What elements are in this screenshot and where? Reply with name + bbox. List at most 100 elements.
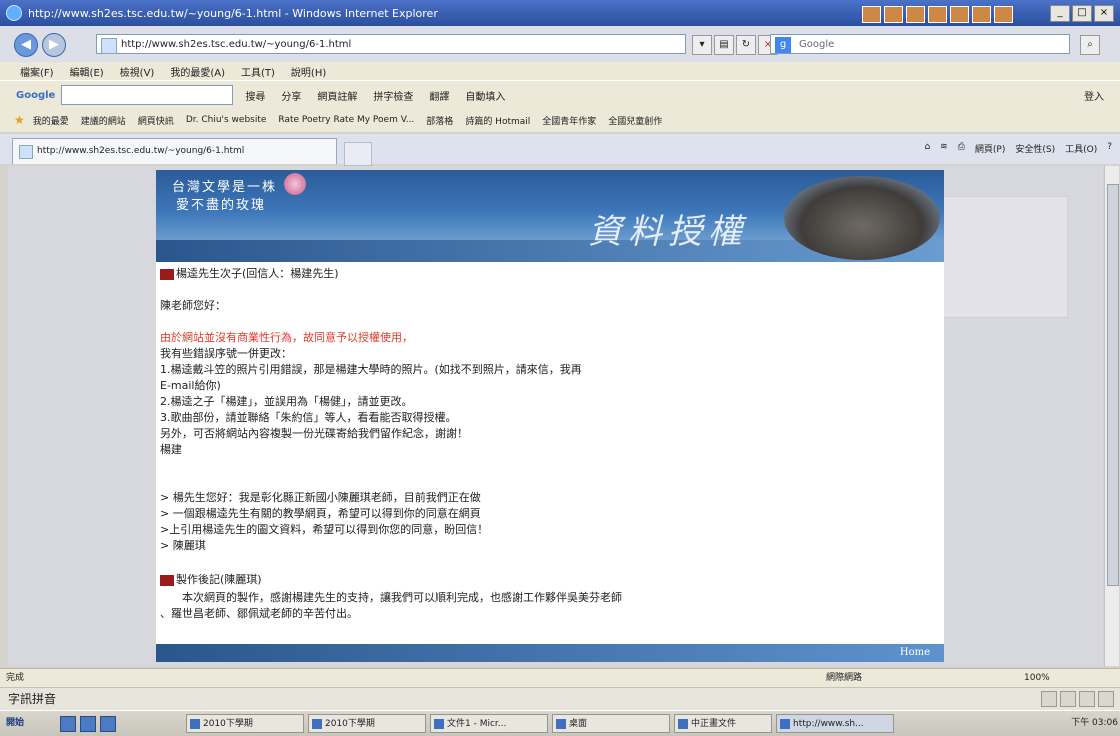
quick-launch-icon[interactable] bbox=[60, 716, 76, 732]
feeds-icon[interactable]: ≋ bbox=[940, 142, 948, 155]
zoom-level[interactable]: 100% bbox=[1024, 669, 1104, 687]
bullet-icon bbox=[160, 268, 174, 280]
home-icon[interactable]: ⌂ bbox=[924, 142, 930, 155]
heading-postscript-text: 製作後記(陳麗琪) bbox=[176, 573, 262, 586]
taskbar-item-active[interactable]: http://www.sh... bbox=[776, 714, 894, 733]
help-icon[interactable]: ? bbox=[1107, 142, 1112, 155]
menu-edit[interactable]: 編輯(E) bbox=[70, 64, 104, 79]
close-button[interactable]: × bbox=[1094, 5, 1114, 22]
star-icon: ★ bbox=[14, 113, 25, 127]
google-notes-button[interactable]: 網頁註解 bbox=[313, 88, 361, 103]
ime-tool-icon[interactable] bbox=[1098, 691, 1114, 707]
minimize-button[interactable]: _ bbox=[1050, 5, 1070, 22]
scrollbar-thumb[interactable] bbox=[1107, 184, 1119, 586]
letter-line: 另外，可否將網站內容複製一份光碟寄給我們留作紀念，謝謝！ bbox=[160, 427, 468, 440]
heading-reply-text: 楊逵先生次子(回信人：楊建先生) bbox=[176, 267, 339, 280]
language-bar: 字訊拼音 bbox=[0, 687, 1120, 710]
app-icon[interactable] bbox=[994, 6, 1013, 23]
start-button[interactable]: 開始 bbox=[6, 715, 50, 732]
ime-label[interactable]: 字訊拼音 bbox=[8, 688, 56, 710]
window-controls: _ □ × bbox=[1050, 5, 1114, 22]
google-translate-button[interactable]: 翻譯 bbox=[425, 88, 453, 103]
taskbar-item[interactable]: 中正畫文件 bbox=[674, 714, 772, 733]
google-toolbar: Google 搜尋 分享 網頁註解 拼字檢查 翻譯 自動填入 登入 bbox=[0, 80, 1120, 109]
quick-launch-icon[interactable] bbox=[80, 716, 96, 732]
command-safety[interactable]: 安全性(S) bbox=[1015, 142, 1055, 155]
taskbar-item[interactable]: 桌面 bbox=[552, 714, 670, 733]
maximize-button[interactable]: □ bbox=[1072, 5, 1092, 22]
tab-bar: http://www.sh2es.tsc.edu.tw/~young/6-1.h… bbox=[0, 134, 1120, 166]
favorite-item[interactable]: 全國青年作家 bbox=[538, 114, 600, 127]
quick-launch-icon[interactable] bbox=[100, 716, 116, 732]
menu-help[interactable]: 說明(H) bbox=[291, 64, 326, 79]
banner-line-2: 愛不盡的玫瑰 bbox=[176, 198, 267, 213]
letter-line: 3.歌曲部份，請並聯絡「朱約信」等人，看看能否取得授權。 bbox=[160, 411, 457, 424]
command-page[interactable]: 網頁(P) bbox=[975, 142, 1005, 155]
taskbar-item[interactable]: 2010下學期 bbox=[186, 714, 304, 733]
menu-file[interactable]: 檔案(F) bbox=[20, 64, 54, 79]
menu-favorites[interactable]: 我的最愛(A) bbox=[170, 64, 225, 79]
bullet-icon bbox=[160, 574, 174, 586]
back-arrow-icon[interactable]: ◀ bbox=[14, 33, 38, 57]
taskbar-item[interactable]: 文件1 - Micr... bbox=[430, 714, 548, 733]
address-field[interactable]: http://www.sh2es.tsc.edu.tw/~young/6-1.h… bbox=[96, 34, 686, 54]
google-autofill-button[interactable]: 自動填入 bbox=[461, 88, 509, 103]
compat-icon[interactable]: ▤ bbox=[714, 35, 734, 55]
address-toolbar: ◀ ▶ http://www.sh2es.tsc.edu.tw/~young/6… bbox=[0, 26, 1120, 63]
quick-launch bbox=[60, 716, 116, 732]
command-tools[interactable]: 工具(O) bbox=[1065, 142, 1097, 155]
tab-current[interactable]: http://www.sh2es.tsc.edu.tw/~young/6-1.h… bbox=[12, 138, 337, 164]
refresh-icon[interactable]: ↻ bbox=[736, 35, 756, 55]
ime-tool-icon[interactable] bbox=[1041, 691, 1057, 707]
favorite-item[interactable]: Dr. Chiu's website bbox=[182, 115, 271, 125]
app-icon[interactable] bbox=[972, 6, 991, 23]
quote-line: >上引用楊逵先生的圖文資料，希望可以得到你您的同意，盼回信！ bbox=[160, 523, 489, 536]
heading-postscript: 製作後記(陳麗琪) bbox=[160, 572, 262, 587]
app-icon[interactable] bbox=[906, 6, 925, 23]
menu-view[interactable]: 檢視(V) bbox=[120, 64, 155, 79]
app-icon[interactable] bbox=[884, 6, 903, 23]
favorite-item[interactable]: Rate Poetry Rate My Poem V... bbox=[274, 115, 418, 125]
favorite-item[interactable]: 網頁快訊 bbox=[134, 114, 178, 127]
greeting: 陳老師您好： bbox=[160, 299, 226, 312]
search-field[interactable]: g Google bbox=[770, 34, 1070, 54]
app-icon[interactable] bbox=[862, 6, 881, 23]
favorite-item[interactable]: 部落格 bbox=[422, 114, 457, 127]
google-search-input[interactable] bbox=[61, 85, 234, 105]
dropdown-icon[interactable]: ▾ bbox=[692, 35, 712, 55]
quote-line: > 楊先生您好：我是彰化縣正新國小陳麗琪老師，目前我們正在做 bbox=[160, 491, 481, 504]
menu-tools[interactable]: 工具(T) bbox=[241, 64, 275, 79]
rose-icon bbox=[284, 173, 306, 195]
vertical-scrollbar[interactable] bbox=[1104, 166, 1119, 666]
app-icon[interactable] bbox=[950, 6, 969, 23]
favorite-item[interactable]: 建議的網站 bbox=[77, 114, 130, 127]
ie-logo-icon bbox=[6, 5, 22, 21]
page-banner: 台灣文學是一株 愛不盡的玫瑰 資料授權 bbox=[156, 170, 944, 262]
favorite-item[interactable]: 詩篇的 Hotmail bbox=[461, 114, 534, 127]
forward-arrow-icon[interactable]: ▶ bbox=[42, 33, 66, 57]
quote-line: > 一個跟楊逵先生有關的教學網頁，希望可以得到你的同意在網頁 bbox=[160, 507, 481, 520]
google-share-button[interactable]: 分享 bbox=[277, 88, 305, 103]
ime-tool-icon[interactable] bbox=[1079, 691, 1095, 707]
favorites-button[interactable]: 我的最愛 bbox=[29, 114, 73, 127]
taskbar-item[interactable]: 2010下學期 bbox=[308, 714, 426, 733]
new-tab-button[interactable] bbox=[344, 142, 372, 166]
notice-text: 由於網站並沒有商業性行為，故同意予以授權使用， bbox=[160, 331, 413, 344]
google-search-button[interactable]: 搜尋 bbox=[241, 88, 269, 103]
home-link[interactable]: Home bbox=[900, 644, 930, 662]
letter-line: 1.楊逵戴斗笠的照片引用錯誤，那是楊建大學時的照片。(如找不到照片，請來信，我再 bbox=[160, 363, 582, 376]
search-icon[interactable]: ⌕ bbox=[1080, 35, 1100, 55]
letter-line: E-mail給你) bbox=[160, 379, 221, 392]
quote-line: > 陳麗琪 bbox=[160, 539, 206, 552]
google-signin-button[interactable]: 登入 bbox=[1080, 88, 1108, 103]
window-title: http://www.sh2es.tsc.edu.tw/~young/6-1.h… bbox=[28, 6, 438, 20]
print-icon[interactable]: ⎙ bbox=[958, 142, 965, 155]
app-icon[interactable] bbox=[928, 6, 947, 23]
google-spellcheck-button[interactable]: 拼字檢查 bbox=[369, 88, 417, 103]
page-icon bbox=[19, 145, 33, 159]
status-text: 完成 bbox=[6, 673, 25, 683]
tab-label: http://www.sh2es.tsc.edu.tw/~young/6-1.h… bbox=[37, 146, 245, 156]
ime-tool-icon[interactable] bbox=[1060, 691, 1076, 707]
signature: 楊建 bbox=[160, 443, 182, 456]
favorite-item[interactable]: 全國兒童創作 bbox=[604, 114, 666, 127]
